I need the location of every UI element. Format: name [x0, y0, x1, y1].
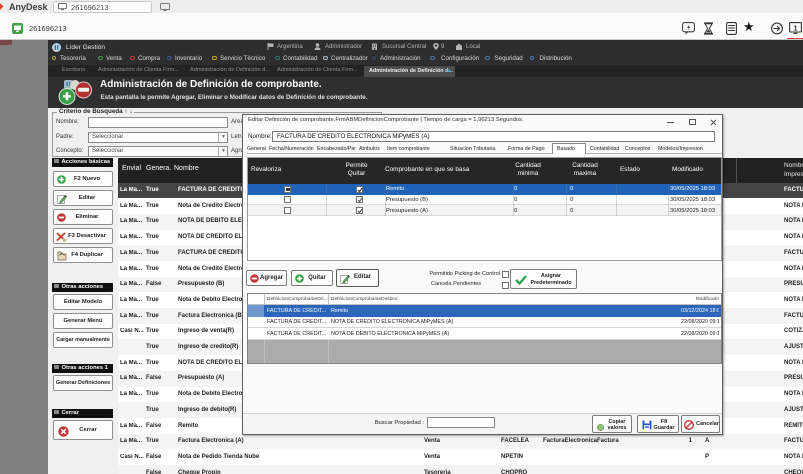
- svg-text:1: 1: [793, 23, 797, 32]
